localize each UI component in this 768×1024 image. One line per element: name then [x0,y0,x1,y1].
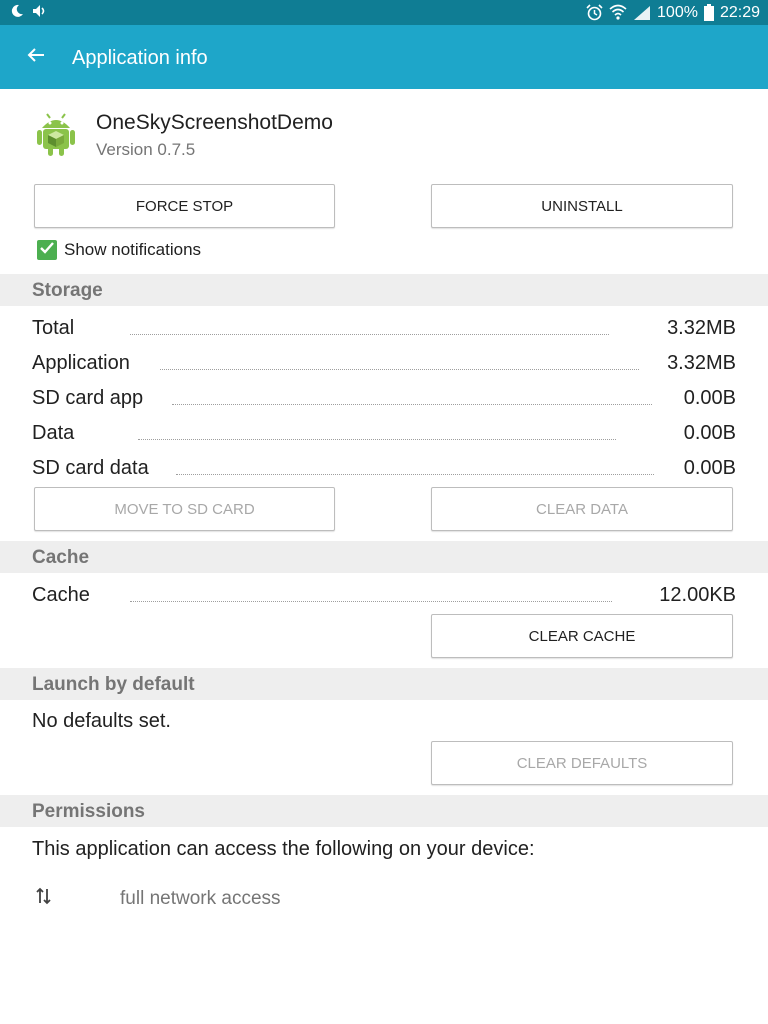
dotted-leader [130,334,609,335]
show-notifications-label: Show notifications [64,240,202,259]
clear-defaults-button[interactable]: CLEAR DEFAULTS [431,741,733,785]
dotted-leader [172,404,652,405]
wifi-icon [609,4,627,21]
dotted-leader [176,474,654,475]
permissions-intro: This application can access the followin… [32,838,535,860]
page-title: Application info [72,47,208,69]
row-value: 0.00B [683,386,736,410]
storage-header-label: Storage [32,280,103,301]
clear-data-button[interactable]: CLEAR DATA [431,487,733,531]
row-label: Data [32,421,75,445]
row-value: 3.32MB [667,316,736,340]
launch-header-label: Launch by default [32,674,195,695]
alarm-icon [586,4,603,21]
row-value: 3.32MB [667,351,736,375]
storage-row-sd-card-data: SD card data 0.00B [32,454,736,484]
show-notifications-row: Show notifications [37,240,201,260]
permissions-section-header: Permissions [0,795,768,827]
permission-item-label: full network access [120,888,281,909]
move-to-sd-card-button[interactable]: MOVE TO SD CARD [34,487,335,531]
no-defaults-text: No defaults set. [32,710,171,732]
clock: 22:29 [719,4,760,21]
show-notifications-checkbox[interactable] [37,240,57,260]
cache-section-header: Cache [0,541,768,573]
volume-icon [32,4,48,18]
moon-icon [10,4,24,18]
row-label: Application [32,351,130,375]
app-bar: Application info [0,25,768,89]
checkmark-icon [39,241,55,260]
android-app-icon [34,110,78,158]
row-label: SD card app [32,386,144,410]
storage-row-sd-card-app: SD card app 0.00B [32,384,736,414]
cache-row: Cache 12.00KB [32,581,736,611]
dotted-leader [130,601,612,602]
row-value: 12.00KB [659,583,736,607]
status-bar-left [10,4,48,18]
back-button[interactable] [18,43,54,71]
row-label: Total [32,316,75,340]
storage-row-total: Total 3.32MB [32,314,736,344]
signal-icon [633,5,651,21]
battery-icon [703,4,714,21]
dotted-leader [138,439,616,440]
clear-cache-button[interactable]: CLEAR CACHE [431,614,733,658]
storage-section-header: Storage [0,274,768,306]
force-stop-button[interactable]: FORCE STOP [34,184,335,228]
back-arrow-icon [27,47,45,68]
storage-row-application: Application 3.32MB [32,349,736,379]
row-label: SD card data [32,456,149,480]
battery-percent: 100% [657,4,698,21]
status-bar-right: 100% 22:29 [586,2,760,23]
launch-section-header: Launch by default [0,668,768,700]
network-arrows-icon [36,886,52,906]
app-name: OneSkyScreenshotDemo [96,111,333,134]
status-bar: 100% 22:29 [0,0,768,25]
dotted-leader [160,369,639,370]
storage-row-data: Data 0.00B [32,419,736,449]
row-value: 0.00B [683,456,736,480]
permissions-header-label: Permissions [32,801,145,822]
row-label: Cache [32,583,90,607]
row-value: 0.00B [683,421,736,445]
cache-header-label: Cache [32,547,90,568]
uninstall-button[interactable]: UNINSTALL [431,184,733,228]
app-version: Version 0.7.5 [96,140,196,159]
